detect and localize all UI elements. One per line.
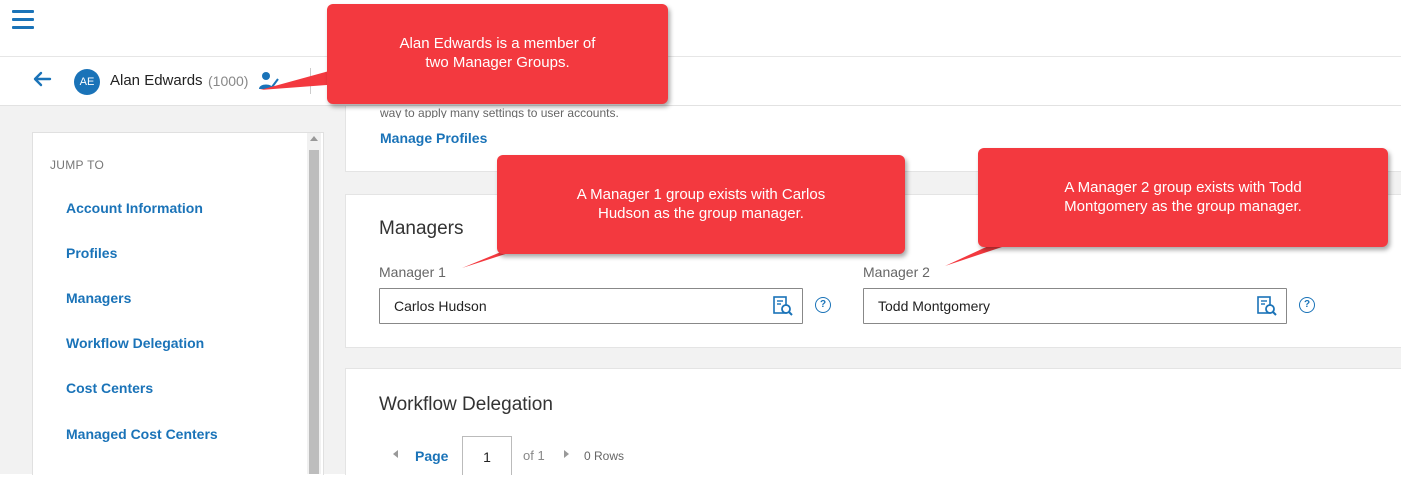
callout-line: Montgomery as the group manager. [1064, 198, 1302, 215]
callout-line: A Manager 1 group exists with Carlos [576, 186, 826, 203]
callout-line: Hudson as the group manager. [598, 205, 804, 222]
callout-manager2-group: A Manager 2 group exists with Todd Montg… [978, 148, 1388, 247]
callout-member-groups: Alan Edwards is a member of two Manager … [327, 4, 668, 104]
callout-line: two Manager Groups. [425, 54, 570, 71]
callout-line: A Manager 2 group exists with Todd [1064, 179, 1302, 196]
callout-manager1-group: A Manager 1 group exists with Carlos Hud… [497, 155, 905, 254]
callout-line: Alan Edwards is a member of [399, 35, 596, 52]
